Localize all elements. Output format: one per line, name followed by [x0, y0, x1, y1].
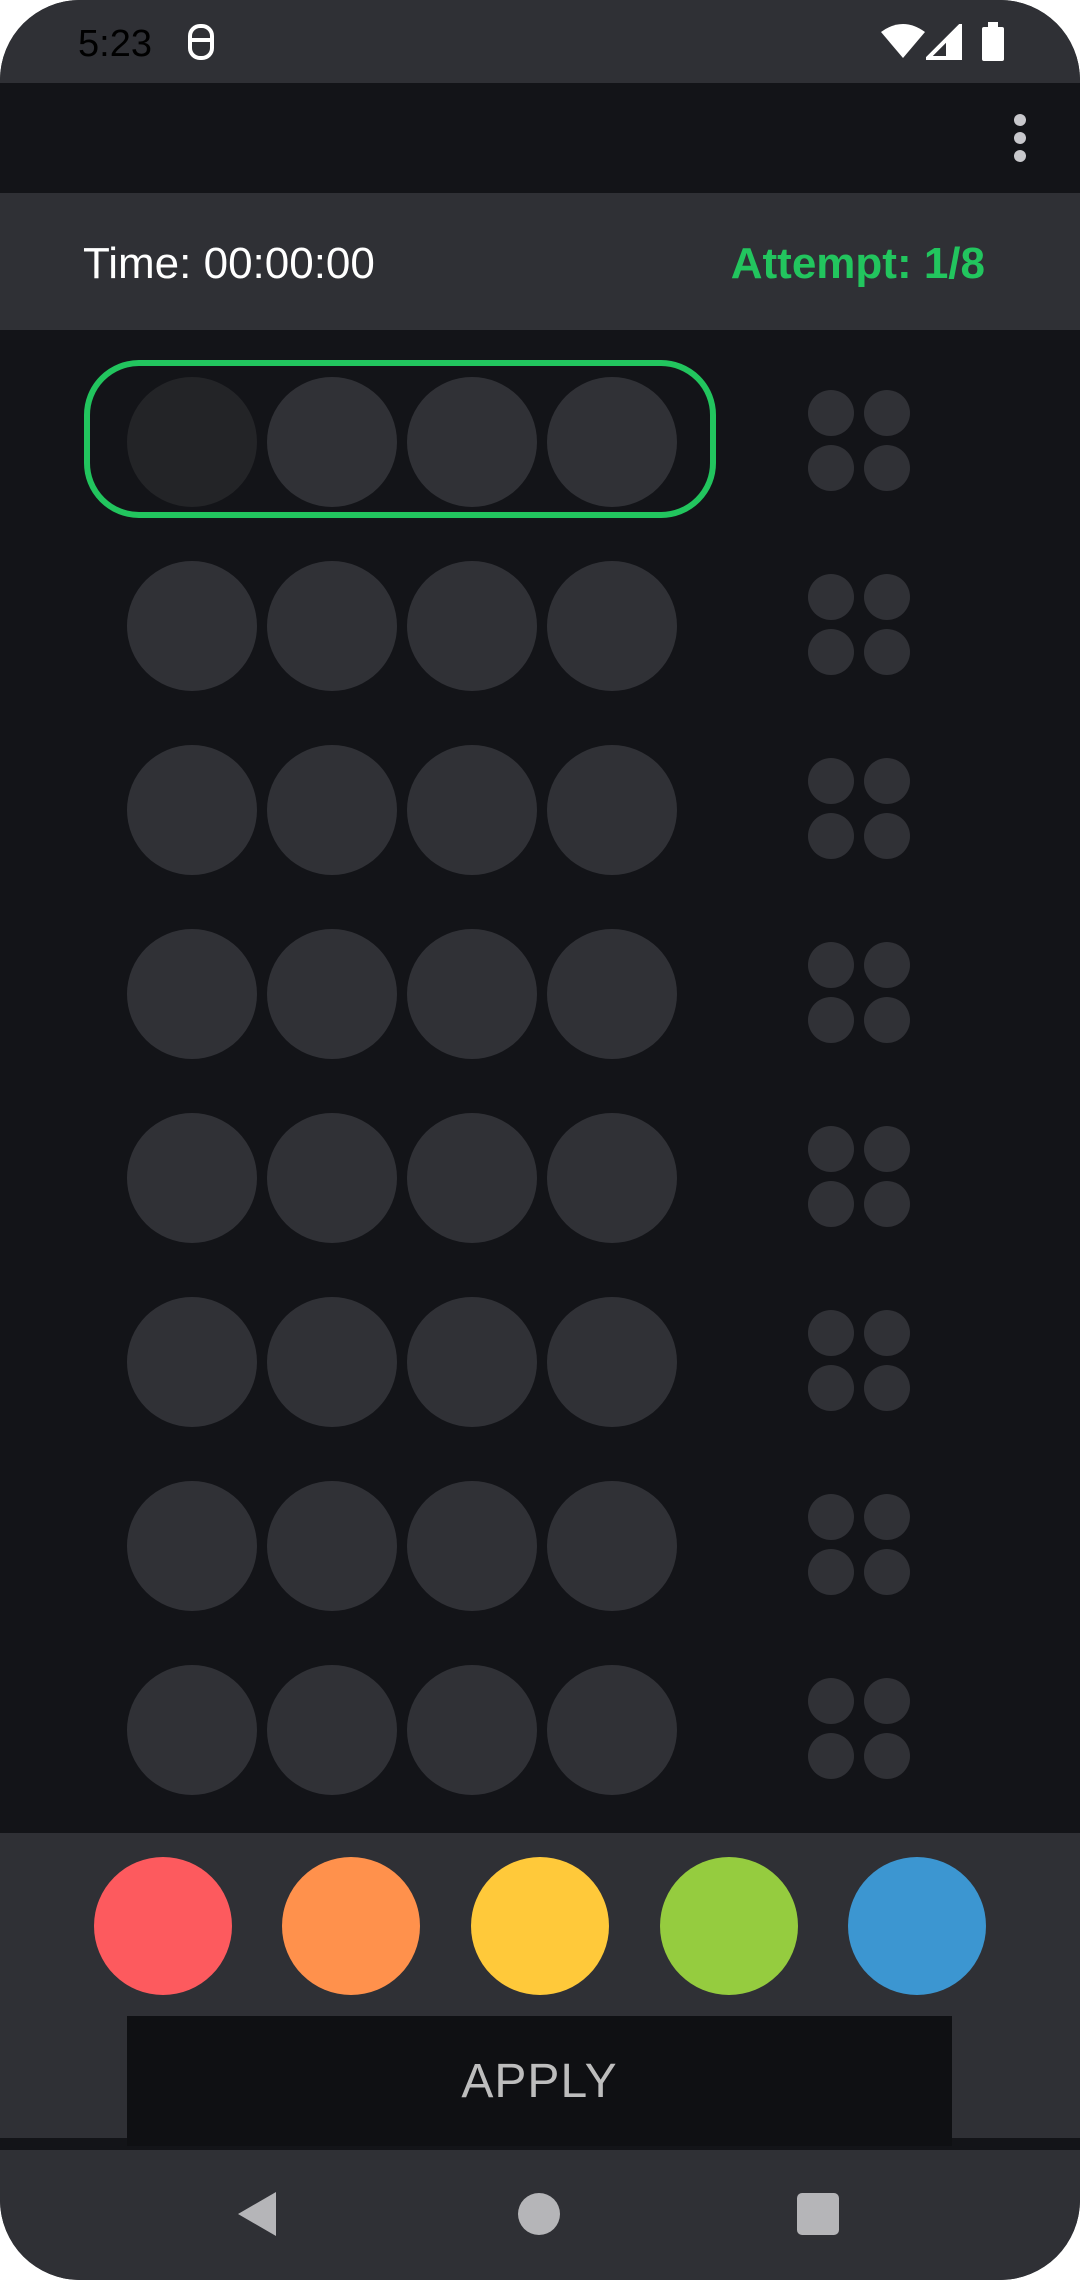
guess-peg-slot	[127, 745, 257, 875]
guess-peg-slot[interactable]	[127, 377, 257, 507]
guess-peg-slot	[407, 1665, 537, 1795]
feedback-peg	[864, 1365, 910, 1411]
feedback-peg	[864, 758, 910, 804]
home-icon[interactable]	[518, 2193, 560, 2235]
wifi-icon	[881, 24, 925, 58]
guess-peg-slot	[547, 1665, 677, 1795]
guess-peg-slot	[547, 929, 677, 1059]
guess-peg-slot	[267, 1113, 397, 1243]
battery-icon	[982, 22, 1004, 61]
feedback-peg	[808, 1733, 854, 1779]
guess-row	[0, 330, 1080, 518]
apply-button[interactable]: APPLY	[127, 2016, 952, 2146]
feedback-peg	[864, 1494, 910, 1540]
guess-peg-slot[interactable]	[267, 377, 397, 507]
color-blue-button[interactable]	[848, 1857, 986, 1995]
color-yellow-button[interactable]	[471, 1857, 609, 1995]
game-board	[0, 330, 1080, 1833]
guess-peg-slot	[547, 1297, 677, 1427]
guess-peg-slot	[127, 929, 257, 1059]
guess-row	[0, 1250, 1080, 1434]
feedback-peg	[808, 574, 854, 620]
status-time: 5:23	[78, 23, 152, 65]
feedback-peg	[864, 1126, 910, 1172]
feedback-peg	[864, 997, 910, 1043]
guess-peg-slot	[547, 561, 677, 691]
phone-screen: 5:23 Time: 00:00:00 Attempt: 1/8 APPLY	[0, 0, 1080, 2280]
attempt-counter: Attempt: 1/8	[730, 239, 985, 288]
color-red-button[interactable]	[94, 1857, 232, 1995]
feedback-peg	[864, 813, 910, 859]
feedback-peg	[808, 1494, 854, 1540]
feedback-peg	[808, 629, 854, 675]
notification-app-icon	[188, 24, 214, 60]
feedback-peg	[808, 813, 854, 859]
feedback-peg	[864, 1733, 910, 1779]
guess-peg-slot	[267, 1665, 397, 1795]
guess-peg-slot	[267, 745, 397, 875]
guess-peg-slot	[407, 1113, 537, 1243]
feedback-peg	[808, 445, 854, 491]
guess-row	[0, 514, 1080, 698]
guess-peg-slot[interactable]	[547, 377, 677, 507]
app-toolbar	[0, 83, 1080, 193]
more-vert-icon[interactable]	[1000, 106, 1040, 170]
guess-peg-slot	[127, 561, 257, 691]
guess-peg-slot	[407, 561, 537, 691]
guess-peg-slot	[127, 1481, 257, 1611]
timer-text: Time: 00:00:00	[83, 239, 375, 288]
color-orange-button[interactable]	[282, 1857, 420, 1995]
guess-peg-slot	[127, 1665, 257, 1795]
feedback-peg	[808, 942, 854, 988]
back-icon[interactable]	[234, 2190, 280, 2238]
guess-peg-slot	[547, 1481, 677, 1611]
feedback-peg	[864, 942, 910, 988]
guess-row	[0, 1618, 1080, 1802]
feedback-peg	[864, 1549, 910, 1595]
feedback-peg	[808, 1549, 854, 1595]
feedback-peg	[864, 1310, 910, 1356]
feedback-peg	[808, 1310, 854, 1356]
signal-icon	[926, 24, 962, 60]
guess-row	[0, 882, 1080, 1066]
guess-peg-slot[interactable]	[407, 377, 537, 507]
guess-peg-slot	[127, 1113, 257, 1243]
guess-peg-slot	[267, 561, 397, 691]
feedback-peg	[808, 1678, 854, 1724]
feedback-peg	[864, 445, 910, 491]
guess-peg-slot	[267, 1481, 397, 1611]
guess-peg-slot	[267, 1297, 397, 1427]
feedback-peg	[864, 1678, 910, 1724]
guess-peg-slot	[547, 745, 677, 875]
feedback-peg	[808, 758, 854, 804]
guess-row	[0, 698, 1080, 882]
guess-peg-slot	[407, 1481, 537, 1611]
feedback-peg	[808, 997, 854, 1043]
feedback-peg	[864, 629, 910, 675]
feedback-peg	[808, 1126, 854, 1172]
guess-peg-slot	[407, 1297, 537, 1427]
feedback-peg	[864, 390, 910, 436]
guess-peg-slot	[407, 929, 537, 1059]
feedback-peg	[864, 574, 910, 620]
feedback-peg	[808, 1365, 854, 1411]
guess-peg-slot	[127, 1297, 257, 1427]
guess-peg-slot	[547, 1113, 677, 1243]
guess-row	[0, 1434, 1080, 1618]
color-green-button[interactable]	[660, 1857, 798, 1995]
guess-row	[0, 1066, 1080, 1250]
guess-peg-slot	[267, 929, 397, 1059]
feedback-peg	[864, 1181, 910, 1227]
feedback-peg	[808, 390, 854, 436]
feedback-peg	[808, 1181, 854, 1227]
recents-icon[interactable]	[797, 2193, 839, 2235]
guess-peg-slot	[407, 745, 537, 875]
